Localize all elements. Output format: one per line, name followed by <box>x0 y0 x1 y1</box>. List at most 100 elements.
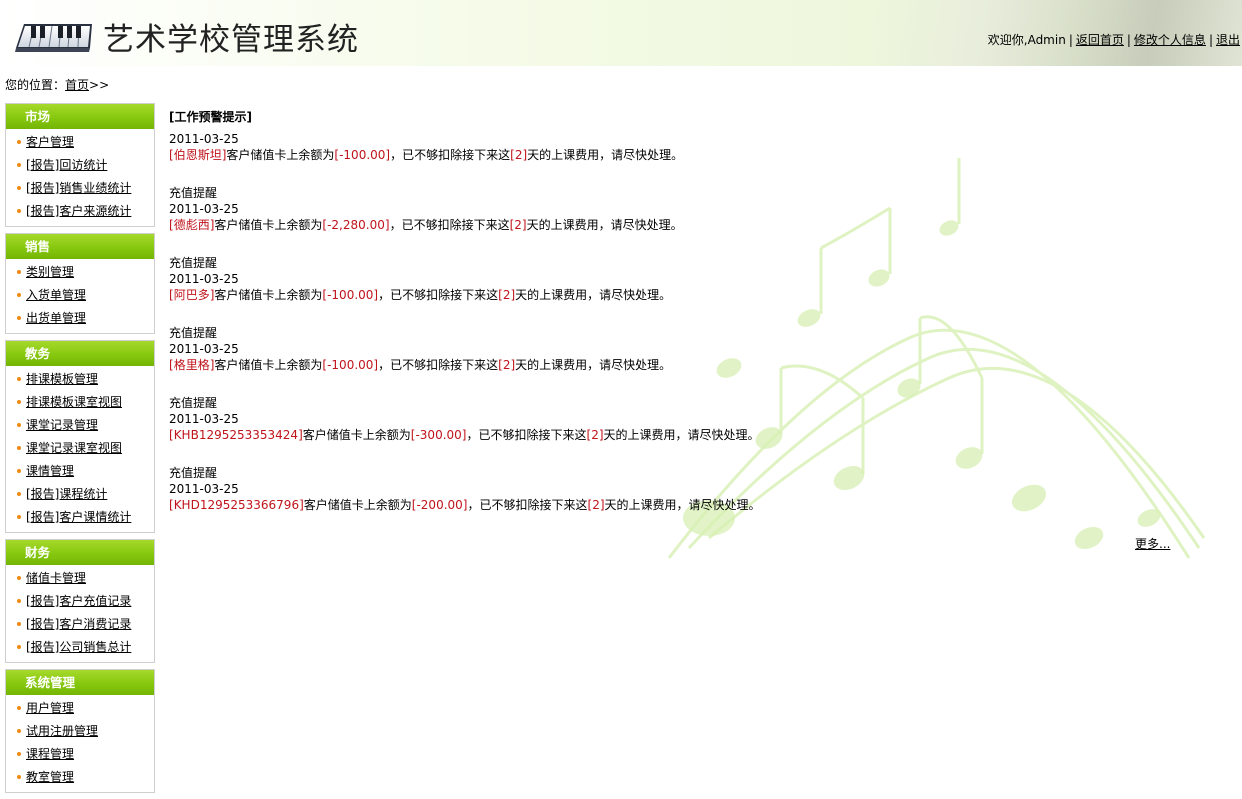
menu-item-attendance: 课情管理 <box>6 460 154 483</box>
menu-link[interactable]: 试用注册管理 <box>26 724 98 738</box>
menu-item-schedule-room-view: 排课模板课室视图 <box>6 391 154 414</box>
breadcrumb-prefix: 您的位置： <box>5 78 66 92</box>
alert-text: 客户储值卡上余额为 <box>214 358 323 372</box>
menu-group-sales: 销售 类别管理 入货单管理 出货单管理 <box>5 233 155 334</box>
alert-text: 客户储值卡上余额为 <box>214 218 323 232</box>
menu-item-sales-report: [报告]销售业绩统计 <box>6 177 154 200</box>
menu-group-market: 市场 客户管理 [报告]回访统计 [报告]销售业绩统计 [报告]客户来源统计 <box>5 103 155 227</box>
menu-link[interactable]: [报告]客户来源统计 <box>26 204 131 218</box>
menu-link[interactable]: 课程管理 <box>26 747 74 761</box>
bullet-icon <box>17 209 21 213</box>
bullet-icon <box>17 293 21 297</box>
menu-link[interactable]: 课堂记录管理 <box>26 418 98 432</box>
balance-amount: -100.00 <box>327 288 374 302</box>
menu-header-system: 系统管理 <box>6 670 154 695</box>
more-link[interactable]: 更多... <box>1135 535 1170 552</box>
balance-amount: -200.00 <box>416 498 463 512</box>
bullet-icon <box>17 576 21 580</box>
menu-link[interactable]: 入货单管理 <box>26 288 86 302</box>
edit-profile-link[interactable]: 修改个人信息 <box>1134 33 1206 47</box>
menu-header-academic: 教务 <box>6 341 154 366</box>
menu-link[interactable]: 类别管理 <box>26 265 74 279</box>
menu-link[interactable]: [报告]客户消费记录 <box>26 617 131 631</box>
alert-message: [阿巴多]客户储值卡上余额为[-100.00]，已不够扣除接下来这[2]天的上课… <box>169 288 672 302</box>
menu-link[interactable]: [报告]客户充值记录 <box>26 594 131 608</box>
alert-date: 2011-03-25 <box>169 272 239 286</box>
piano-keys-logo-icon <box>15 24 92 52</box>
menu-link[interactable]: [报告]回访统计 <box>26 158 107 172</box>
menu-item-recharge-report: [报告]客户充值记录 <box>6 590 154 613</box>
menu-link[interactable]: [报告]客户课情统计 <box>26 510 131 524</box>
alert-text: ，已不够扣除接下来这 <box>390 148 511 162</box>
alert-date: 2011-03-25 <box>169 482 239 496</box>
menu-header-sales: 销售 <box>6 234 154 259</box>
alert-message: [伯恩斯坦]客户储值卡上余额为[-100.00]，已不够扣除接下来这[2]天的上… <box>169 148 684 162</box>
menu-item-source-report: [报告]客户来源统计 <box>6 200 154 223</box>
alert-item: 充值提醒 2011-03-25 [德彪西]客户储值卡上余额为[-2,280.00… <box>169 185 1242 233</box>
bullet-icon <box>17 599 21 603</box>
customer-name: 伯恩斯坦 <box>173 148 222 162</box>
menu-link[interactable]: 课情管理 <box>26 464 74 478</box>
menu-item-schedule-template: 排课模板管理 <box>6 368 154 391</box>
menu-link[interactable]: 课堂记录课室视图 <box>26 441 122 455</box>
days-count: 2 <box>514 148 523 162</box>
alert-text: 客户储值卡上余额为 <box>214 288 323 302</box>
alert-item: 充值提醒 2011-03-25 [格里格]客户储值卡上余额为[-100.00]，… <box>169 325 1242 373</box>
alert-heading: 充值提醒 <box>169 186 218 200</box>
menu-group-system: 系统管理 用户管理 试用注册管理 课程管理 教室管理 <box>5 669 155 793</box>
menu-link[interactable]: 储值卡管理 <box>26 571 86 585</box>
bullet-icon <box>17 377 21 381</box>
alert-item: 2011-03-25 [伯恩斯坦]客户储值卡上余额为[-100.00]，已不够扣… <box>169 131 1242 163</box>
home-link[interactable]: 返回首页 <box>1076 33 1124 47</box>
alert-text: ，已不够扣除接下来这 <box>378 288 499 302</box>
breadcrumb-home-link[interactable]: 首页 <box>65 78 89 92</box>
customer-name: 德彪西 <box>173 218 210 232</box>
menu-link[interactable]: 排课模板管理 <box>26 372 98 386</box>
alert-date: 2011-03-25 <box>169 132 239 146</box>
logout-link[interactable]: 退出 <box>1216 33 1240 47</box>
days-count: 2 <box>591 428 599 442</box>
menu-item-consumption-report: [报告]客户消费记录 <box>6 613 154 636</box>
bullet-icon <box>17 446 21 450</box>
alert-date: 2011-03-25 <box>169 412 239 426</box>
menu-link[interactable]: [报告]公司销售总计 <box>26 640 131 654</box>
bullet-icon <box>17 492 21 496</box>
bullet-icon <box>17 729 21 733</box>
menu-item-company-sales-report: [报告]公司销售总计 <box>6 636 154 659</box>
bullet-icon <box>17 400 21 404</box>
menu-link[interactable]: 出货单管理 <box>26 311 86 325</box>
menu-item-class-room-view: 课堂记录课室视图 <box>6 437 154 460</box>
alert-text: 客户储值卡上余额为 <box>303 498 412 512</box>
main-content: [工作预警提示] 2011-03-25 [伯恩斯坦]客户储值卡上余额为[-100… <box>169 108 1242 608</box>
days-count: 2 <box>514 218 522 232</box>
days-count: 2 <box>502 358 511 372</box>
menu-link[interactable]: 用户管理 <box>26 701 74 715</box>
alert-text: 天的上课费用，请尽快处理。 <box>515 358 672 372</box>
menu-link[interactable]: 排课模板课室视图 <box>26 395 122 409</box>
menu-link[interactable]: 教室管理 <box>26 770 74 784</box>
bullet-icon <box>17 706 21 710</box>
alert-text: 客户储值卡上余额为 <box>226 148 335 162</box>
alert-text: ，已不够扣除接下来这 <box>378 358 499 372</box>
alert-item: 充值提醒 2011-03-25 [阿巴多]客户储值卡上余额为[-100.00]，… <box>169 255 1242 303</box>
menu-link[interactable]: 客户管理 <box>26 135 74 149</box>
menu-item-inbound-management: 入货单管理 <box>6 284 154 307</box>
menu-header-finance: 财务 <box>6 540 154 565</box>
menu-item-course-management: 课程管理 <box>6 743 154 766</box>
alert-text: 天的上课费用，请尽快处理。 <box>526 218 683 232</box>
alert-item: 充值提醒 2011-03-25 [KHB1295253353424]客户储值卡上… <box>169 395 1242 443</box>
alert-text: 天的上课费用，请尽快处理。 <box>604 498 761 512</box>
menu-item-trial-registration: 试用注册管理 <box>6 720 154 743</box>
bullet-icon <box>17 163 21 167</box>
alert-text: ，已不够扣除接下来这 <box>389 218 510 232</box>
balance-amount: -100.00 <box>327 358 374 372</box>
menu-link[interactable]: [报告]销售业绩统计 <box>26 181 131 195</box>
menu-group-finance: 财务 储值卡管理 [报告]客户充值记录 [报告]客户消费记录 [报告]公司销售总… <box>5 539 155 663</box>
menu-item-user-management: 用户管理 <box>6 697 154 720</box>
alert-text: ，已不够扣除接下来这 <box>467 498 588 512</box>
welcome-text: 欢迎你,Admin <box>987 33 1066 47</box>
alert-text: 客户储值卡上余额为 <box>302 428 411 442</box>
bullet-icon <box>17 775 21 779</box>
menu-link[interactable]: [报告]课程统计 <box>26 487 107 501</box>
menu-item-outbound-management: 出货单管理 <box>6 307 154 330</box>
